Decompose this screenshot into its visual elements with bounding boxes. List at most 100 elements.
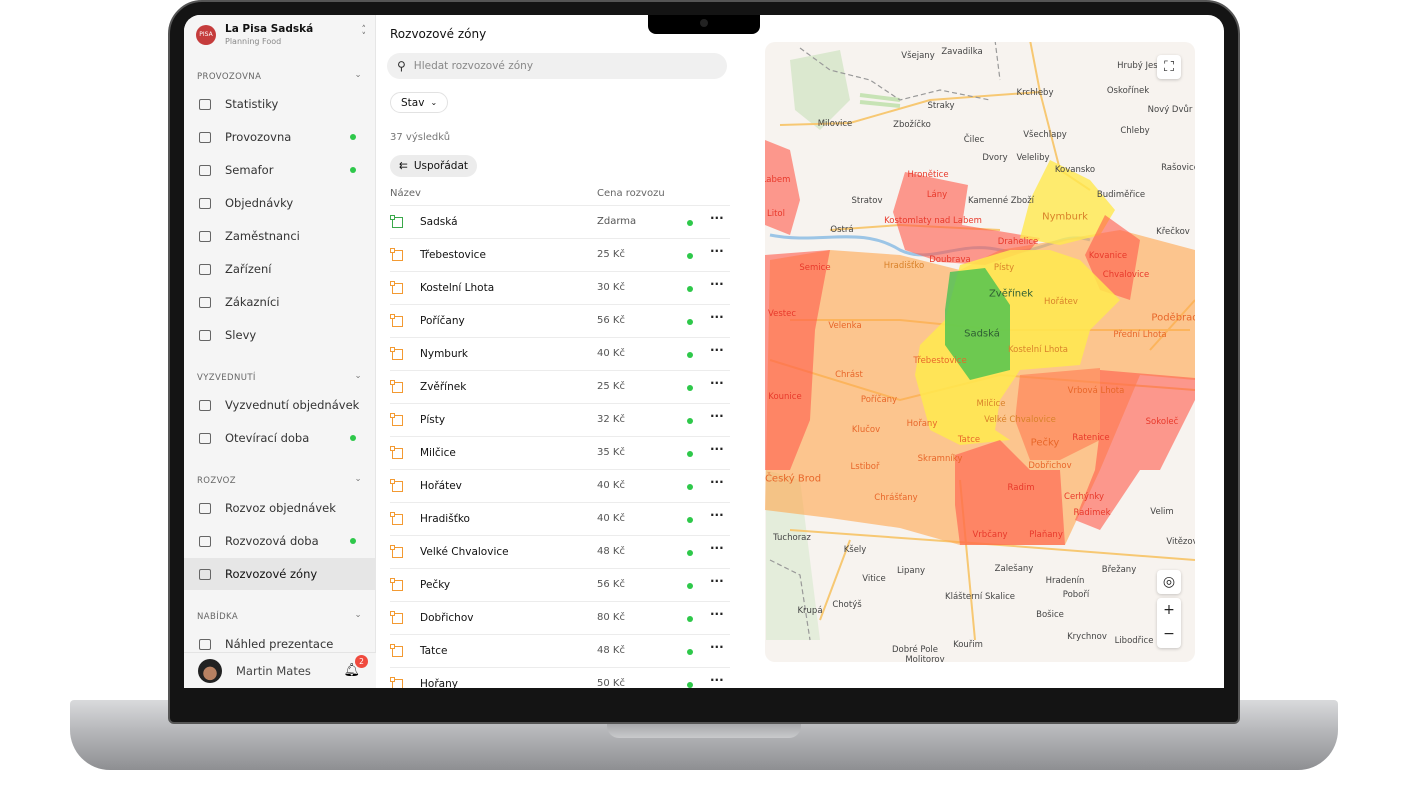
zone-price: 80 Kč [597,612,625,623]
map-place-label: Všechlapy [1023,130,1067,140]
more-icon[interactable]: ··· [710,442,724,456]
map-place-label: Doubrava [929,255,971,265]
sidebar-item[interactable]: Rozvozové zóny [184,558,376,590]
search-input[interactable]: ⚲ Hledat rozvozové zóny [387,53,727,79]
locate-icon[interactable]: ◎ [1157,570,1181,594]
column-header-price[interactable]: Cena rozvozu [597,188,665,199]
map-place-label: Kamenné Zboží [967,196,1035,206]
more-icon[interactable]: ··· [710,541,724,555]
map-place-label: Cerhýnky [1064,492,1104,502]
status-dot [350,167,356,173]
sidebar-item-label: Semafor [225,163,274,177]
door-icon [198,431,212,445]
map-place-label: Bošice [1036,610,1064,620]
chevron-down-icon: ⌄ [354,70,362,80]
table-row[interactable]: Sadská Zdarma ··· [390,205,730,238]
more-icon[interactable]: ··· [710,343,724,357]
map-place-label: Vestec [767,309,797,319]
more-icon[interactable]: ··· [710,277,724,291]
map-place-label: Semice [799,263,831,273]
zone-name: Dobřichov [420,612,474,624]
sidebar-item[interactable]: Vyzvednutí objednávek [184,389,376,421]
sidebar-item[interactable]: Zákazníci [184,286,376,318]
zone-name: Tatce [420,645,448,657]
section-header[interactable]: NABÍDKA ⌄ [197,610,362,622]
map-place-label: Labem [765,175,791,185]
devices-icon [198,262,212,276]
status-filter[interactable]: Stav ⌄ [390,92,449,113]
bag-icon [198,196,212,210]
map-place-label: Kovansko [1054,165,1096,175]
table-row[interactable]: Pečky 56 Kč ··· [390,568,730,601]
notification-badge: 2 [355,655,368,668]
map-place-label: Molitorov [905,655,945,662]
more-icon[interactable]: ··· [710,607,724,621]
table-row[interactable]: Tatce 48 Kč ··· [390,634,730,667]
section-header[interactable]: PROVOZOVNA ⌄ [197,70,362,82]
table-row[interactable]: Dobřichov 80 Kč ··· [390,601,730,634]
more-icon[interactable]: ··· [710,640,724,654]
table-row[interactable]: Kostelní Lhota 30 Kč ··· [390,271,730,304]
column-header-name[interactable]: Název [390,188,421,199]
zones-map[interactable]: Všejany Zavadilka Hrubý Jese Milovice Straky… [765,42,1195,662]
sidebar-item-label: Vyzvednutí objednávek [225,398,360,412]
sidebar-item[interactable]: Zařízení [184,253,376,285]
more-icon[interactable]: ··· [710,310,724,324]
sidebar-item[interactable]: Rozvoz objednávek [184,492,376,524]
zoom-out-button[interactable]: − [1157,623,1181,648]
walking-icon [198,398,212,412]
sidebar-item[interactable]: Rozvozová doba [184,525,376,557]
table-row[interactable]: Třebestovice 25 Kč ··· [390,238,730,271]
table-row[interactable]: Hradišťko 40 Kč ··· [390,502,730,535]
results-count: 37 výsledků [390,132,451,143]
sidebar-item[interactable]: Otevírací doba [184,422,376,454]
sidebar-item-label: Rozvoz objednávek [225,501,336,515]
map-place-label: Milovice [817,119,853,129]
sidebar-item[interactable]: Slevy [184,319,376,351]
map-place-label: Libodřice [1114,636,1154,646]
more-icon[interactable]: ··· [710,409,724,423]
sidebar-item-label: Zákazníci [225,295,280,309]
map-place-label: Rašovice [1161,163,1195,173]
status-dot [687,682,693,688]
venue-switcher[interactable]: PISA La Pisa Sadská Planning Food ˄ ˅ [196,23,366,53]
table-row[interactable]: Hořany 50 Kč ··· [390,667,730,688]
status-dot [687,385,693,391]
zoom-in-button[interactable]: + [1157,598,1181,623]
status-filter-label: Stav [401,96,425,109]
section-header[interactable]: ROZVOZ ⌄ [197,474,362,486]
map-place-label: Chleby [1120,126,1150,136]
map-place-label: Vrbčany [972,530,1008,540]
table-row[interactable]: Nymburk 40 Kč ··· [390,337,730,370]
fullscreen-icon[interactable]: ⛶ [1157,55,1181,79]
map-place-label: Dobré Pole [892,645,938,655]
sidebar-item[interactable]: Statistiky [184,88,376,120]
section-header[interactable]: VYZVEDNUTÍ ⌄ [197,371,362,383]
map-place-label: Hradenín [1045,576,1085,586]
sidebar-item[interactable]: Zaměstnanci [184,220,376,252]
table-row[interactable]: Písty 32 Kč ··· [390,403,730,436]
sidebar-item[interactable]: Provozovna [184,121,376,153]
more-icon[interactable]: ··· [710,244,724,258]
more-icon[interactable]: ··· [710,475,724,489]
sort-button[interactable]: ⇇ Uspořádat [390,155,478,177]
sidebar-item[interactable]: Objednávky [184,187,376,219]
table-row[interactable]: Milčice 35 Kč ··· [390,436,730,469]
more-icon[interactable]: ··· [710,508,724,522]
sidebar-item-label: Slevy [225,328,257,342]
traffic-light-icon [198,163,212,177]
more-icon[interactable]: ··· [710,673,724,687]
map-place-label: Tatce [957,435,981,445]
user-profile[interactable]: Martin Mates 🔔︎ 2 [184,652,376,688]
sidebar-item-label: Náhled prezentace [225,637,334,651]
map-place-label: Poděbrady [1151,312,1195,324]
table-row[interactable]: Hořátev 40 Kč ··· [390,469,730,502]
table-row[interactable]: Poříčany 56 Kč ··· [390,304,730,337]
sidebar-item[interactable]: Semafor [184,154,376,186]
chevron-updown-icon[interactable]: ˄ ˅ [362,26,367,42]
table-row[interactable]: Zvěřínek 25 Kč ··· [390,370,730,403]
more-icon[interactable]: ··· [710,211,724,225]
more-icon[interactable]: ··· [710,376,724,390]
table-row[interactable]: Velké Chvalovice 48 Kč ··· [390,535,730,568]
more-icon[interactable]: ··· [710,574,724,588]
